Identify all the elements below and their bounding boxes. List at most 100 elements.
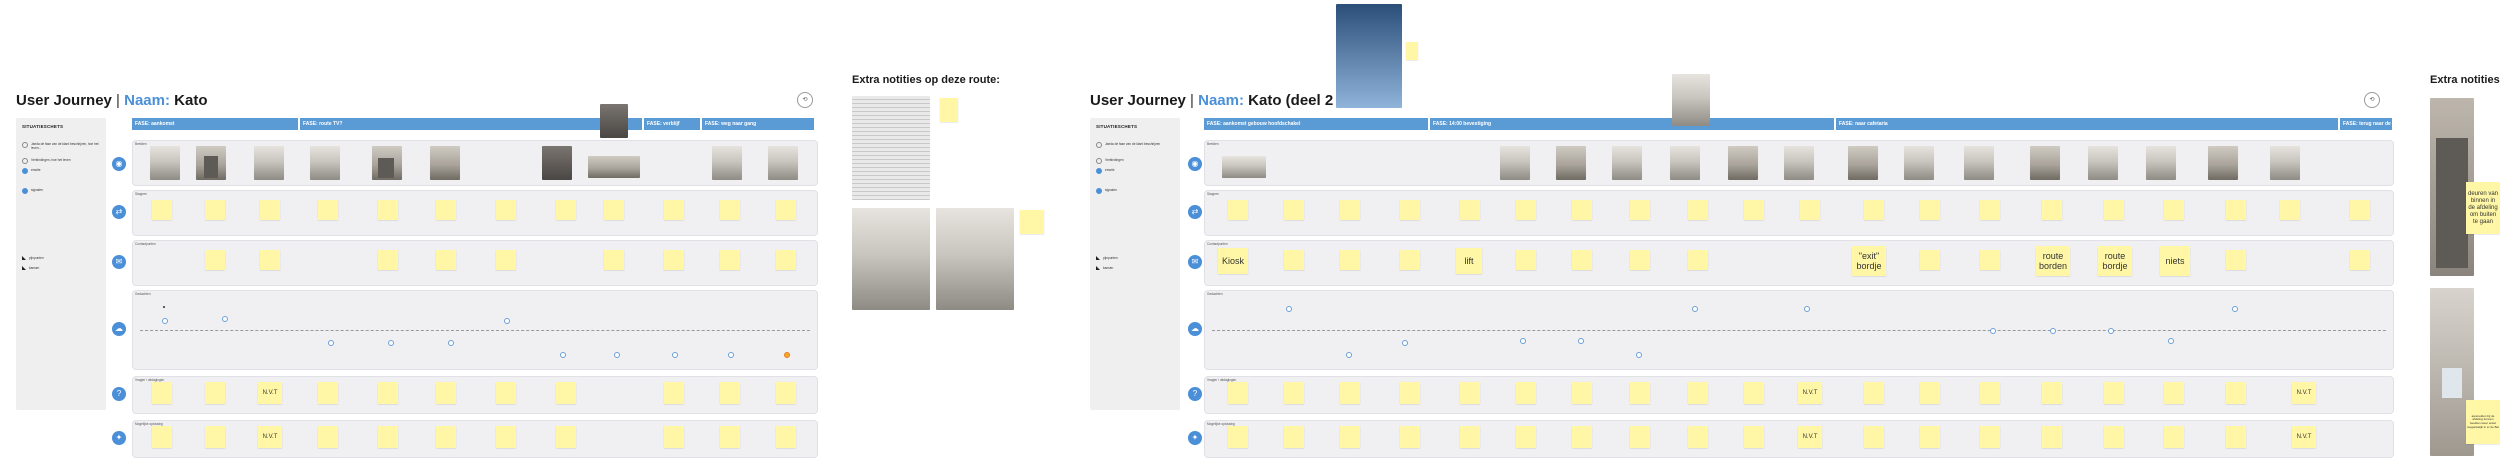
sticky-note[interactable] — [205, 426, 225, 448]
sticky-note-nvt[interactable]: N.V.T — [2292, 426, 2316, 448]
sticky-note[interactable] — [1340, 250, 1360, 270]
sticky-note[interactable] — [1920, 200, 1940, 220]
sticky-note[interactable] — [1406, 42, 1418, 60]
sticky-note[interactable] — [152, 382, 172, 404]
emotion-point[interactable] — [614, 352, 620, 358]
sticky-note[interactable] — [720, 200, 740, 220]
phase-bar[interactable]: FASE: aankomst — [132, 118, 298, 130]
journey-photo[interactable] — [1904, 146, 1934, 180]
sticky-note[interactable] — [2164, 426, 2184, 448]
sticky-note[interactable] — [2226, 426, 2246, 448]
sticky-note[interactable] — [1284, 200, 1304, 220]
emotion-point[interactable] — [1286, 306, 1292, 312]
sticky-note[interactable] — [436, 250, 456, 270]
sticky-note[interactable] — [1630, 250, 1650, 270]
sticky-note[interactable] — [604, 250, 624, 270]
sticky-note[interactable] — [2350, 200, 2370, 220]
sticky-note[interactable] — [1460, 200, 1480, 220]
sticky-note[interactable] — [1340, 426, 1360, 448]
emotion-point[interactable] — [784, 352, 790, 358]
sticky-note[interactable] — [1284, 382, 1304, 404]
emotion-point[interactable] — [1804, 306, 1810, 312]
sticky-note[interactable] — [1460, 382, 1480, 404]
sticky-note-nvt[interactable]: N.V.T — [1798, 382, 1822, 404]
phase-bar[interactable]: FASE: naar cafetaria — [1836, 118, 2338, 130]
journey-photo[interactable] — [1222, 156, 1266, 178]
journey-photo[interactable] — [600, 104, 628, 138]
sticky-note[interactable] — [940, 98, 958, 122]
sticky-note[interactable] — [1688, 200, 1708, 220]
sticky-note[interactable] — [2164, 200, 2184, 220]
emotion-point[interactable] — [388, 340, 394, 346]
sticky-note[interactable] — [2280, 200, 2300, 220]
sticky-note-niets[interactable]: niets — [2160, 246, 2190, 276]
sticky-note[interactable] — [152, 426, 172, 448]
journey-photo[interactable] — [254, 146, 284, 180]
emotion-point[interactable] — [162, 318, 168, 324]
note-photo[interactable] — [852, 208, 930, 310]
emotion-point[interactable] — [1520, 338, 1526, 344]
sticky-note[interactable] — [378, 200, 398, 220]
emotion-point[interactable] — [2050, 328, 2056, 334]
journey-photo[interactable] — [588, 156, 640, 178]
sticky-note[interactable] — [2104, 200, 2124, 220]
phase-bar[interactable]: FASE: terug naar de — [2340, 118, 2392, 130]
sticky-note-nvt[interactable]: N.V.T — [2292, 382, 2316, 404]
sticky-note[interactable] — [1980, 382, 2000, 404]
sticky-note[interactable] — [1980, 250, 2000, 270]
emotion-point[interactable] — [1692, 306, 1698, 312]
sticky-note[interactable] — [2042, 382, 2062, 404]
emotion-point[interactable] — [2232, 306, 2238, 312]
sticky-note[interactable] — [1284, 426, 1304, 448]
sticky-note[interactable] — [496, 426, 516, 448]
sticky-note[interactable] — [436, 382, 456, 404]
sticky-note[interactable] — [205, 250, 225, 270]
sticky-note[interactable] — [1572, 382, 1592, 404]
sticky-note[interactable] — [2226, 200, 2246, 220]
journey-photo[interactable] — [2270, 146, 2300, 180]
emotion-point[interactable] — [222, 316, 228, 322]
sticky-note[interactable] — [2042, 426, 2062, 448]
journey-photo[interactable] — [310, 146, 340, 180]
sticky-note-kiosk[interactable]: Kiosk — [1218, 248, 1248, 274]
sticky-note[interactable] — [1228, 382, 1248, 404]
sticky-note-nvt[interactable]: N.V.T — [1798, 426, 1822, 448]
sticky-note[interactable] — [318, 426, 338, 448]
sticky-note[interactable] — [205, 200, 225, 220]
sticky-note[interactable] — [1460, 426, 1480, 448]
screen-photo[interactable] — [1336, 4, 1402, 108]
note-photo[interactable] — [936, 208, 1014, 310]
journey-photo[interactable] — [712, 146, 742, 180]
emotion-point[interactable] — [1990, 328, 1996, 334]
sticky-note[interactable] — [1340, 382, 1360, 404]
sticky-note-aanmelden[interactable]: aanmelden bij de afdeling kunnen beelden… — [2466, 400, 2500, 444]
emotion-point[interactable] — [2168, 338, 2174, 344]
phase-bar[interactable]: FASE: weg naar gang — [702, 118, 814, 130]
sticky-note[interactable] — [776, 382, 796, 404]
sticky-note[interactable] — [776, 250, 796, 270]
sticky-note[interactable] — [1630, 426, 1650, 448]
sticky-note[interactable] — [720, 426, 740, 448]
sticky-note[interactable] — [1516, 426, 1536, 448]
journey-photo[interactable] — [196, 146, 226, 180]
sticky-note[interactable] — [664, 426, 684, 448]
sticky-note[interactable] — [1688, 382, 1708, 404]
sticky-note[interactable] — [1864, 200, 1884, 220]
sticky-note[interactable] — [1920, 426, 1940, 448]
sticky-note[interactable] — [556, 200, 576, 220]
sticky-note[interactable] — [1516, 382, 1536, 404]
sticky-note[interactable] — [1630, 200, 1650, 220]
sticky-note[interactable] — [1688, 250, 1708, 270]
sticky-note[interactable] — [1920, 250, 1940, 270]
note-photo-blinds[interactable] — [852, 96, 930, 200]
emotion-point[interactable] — [560, 352, 566, 358]
journey-photo[interactable] — [1964, 146, 1994, 180]
sticky-note[interactable] — [152, 200, 172, 220]
sticky-note[interactable] — [1980, 200, 2000, 220]
sticky-note[interactable] — [664, 200, 684, 220]
sticky-note[interactable] — [1744, 382, 1764, 404]
sticky-note[interactable] — [1020, 210, 1044, 234]
emotion-point[interactable] — [448, 340, 454, 346]
journey-photo[interactable] — [2030, 146, 2060, 180]
sticky-note[interactable] — [776, 200, 796, 220]
